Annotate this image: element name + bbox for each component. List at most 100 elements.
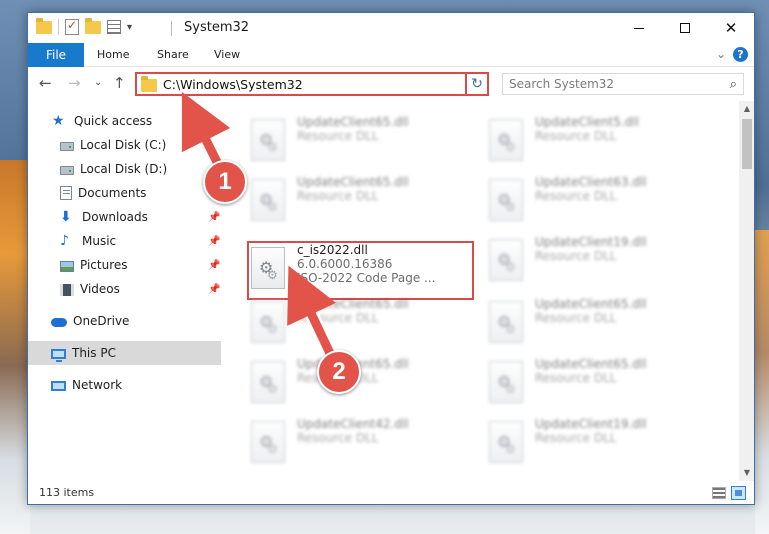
view-options-icon[interactable] <box>107 20 121 34</box>
dll-file-icon: ⚙ ⚙ <box>489 179 523 221</box>
new-folder-icon[interactable] <box>85 17 101 34</box>
help-icon[interactable]: ? <box>733 47 748 62</box>
file-item[interactable]: ⚙⚙ UpdateClient65.dllResource DLL <box>251 357 471 411</box>
sidebar-item-pictures[interactable]: Pictures 📌 <box>28 253 221 277</box>
sidebar-item-downloads[interactable]: ⬇ Downloads 📌 <box>28 205 221 229</box>
search-icon[interactable]: ⌕ <box>730 77 737 92</box>
dll-file-icon: ⚙ ⚙ <box>489 421 523 463</box>
sidebar-item-local-disk-d[interactable]: Local Disk (D:) <box>28 157 221 181</box>
title-bar: ▾ System32 ✕ <box>28 13 754 43</box>
file-item[interactable]: ⚙⚙ UpdateClient65.dllResource DLL <box>489 357 709 411</box>
search-box[interactable]: ⌕ <box>502 73 744 95</box>
minimize-button[interactable] <box>616 13 662 43</box>
music-note-icon: ♪ <box>60 233 69 249</box>
sidebar-item-label: Local Disk (C:) <box>80 138 167 152</box>
up-arrow-icon[interactable]: ↑ <box>113 74 126 92</box>
network-icon <box>51 380 66 391</box>
dll-file-icon: ⚙ ⚙ <box>251 421 285 463</box>
pin-icon[interactable]: 📌 <box>208 260 220 271</box>
file-name: UpdateClient19.dll <box>535 235 647 249</box>
sidebar-item-label: Videos <box>80 282 120 296</box>
large-icons-view-icon[interactable] <box>731 486 746 500</box>
file-item[interactable]: ⚙ ⚙ UpdateClient19.dll Resource DLL <box>489 235 709 289</box>
sidebar-item-label: Network <box>72 378 123 392</box>
search-input[interactable] <box>509 77 709 91</box>
pictures-icon <box>60 260 74 272</box>
quick-access-toolbar: ▾ <box>36 17 132 35</box>
scroll-thumb[interactable] <box>742 119 752 169</box>
sidebar-item-onedrive[interactable]: OneDrive <box>28 309 221 333</box>
file-item[interactable]: ⚙⚙ UpdateClient65.dllResource DLL <box>251 297 471 351</box>
sidebar-item-documents[interactable]: Documents <box>28 181 221 205</box>
file-highlight-box <box>247 241 474 300</box>
address-bar[interactable]: C:\Windows\System32 ⌄ <box>135 72 485 96</box>
documents-icon <box>60 186 72 200</box>
file-item[interactable]: ⚙ ⚙ UpdateClient19.dll Resource DLL <box>489 417 709 471</box>
maximize-icon <box>680 23 690 33</box>
file-type: Resource DLL <box>297 311 379 325</box>
sidebar-item-this-pc[interactable]: This PC <box>28 341 221 365</box>
sidebar-item-label: Pictures <box>80 258 128 272</box>
pin-icon[interactable]: 📌 <box>208 212 220 223</box>
desktop-wallpaper-right <box>755 230 769 534</box>
tab-home[interactable]: Home <box>97 48 129 61</box>
ribbon-tabs: File Home Share View ⌄ ? <box>28 43 754 67</box>
details-view-icon[interactable] <box>712 487 726 499</box>
properties-icon[interactable] <box>65 18 79 35</box>
tab-file[interactable]: File <box>28 43 84 67</box>
navigation-pane: ★ Quick access Local Disk (C:) Local Dis… <box>28 105 221 481</box>
expand-ribbon-chevron-icon[interactable]: ⌄ <box>716 47 726 61</box>
file-item[interactable]: ⚙⚙ UpdateClient65.dllResource DLL <box>489 297 709 351</box>
file-item[interactable]: ⚙⚙ UpdateClient65.dllResource DLL <box>251 175 471 229</box>
back-arrow-icon[interactable]: ← <box>39 74 52 92</box>
close-icon: ✕ <box>724 19 738 37</box>
file-item[interactable]: ⚙ ⚙ UpdateClient5.dll Resource DLL <box>489 115 709 169</box>
close-button[interactable]: ✕ <box>708 13 754 43</box>
file-list: ⚙ ⚙ UpdateClient65.dll Resource DLL ⚙ ⚙ Upd… <box>221 105 739 481</box>
dll-file-icon: ⚙ ⚙ <box>489 119 523 161</box>
sidebar-item-label: Music <box>82 234 117 248</box>
sidebar-item-label: OneDrive <box>73 314 130 328</box>
tab-view[interactable]: View <box>214 48 240 61</box>
sidebar-item-network[interactable]: Network <box>28 373 221 397</box>
file-name: UpdateClient42.dll <box>297 417 409 431</box>
pin-icon[interactable]: 📌 <box>208 236 220 247</box>
desktop-wallpaper <box>0 160 30 534</box>
scroll-up-arrow-icon[interactable]: ▲ <box>739 101 754 117</box>
refresh-button[interactable]: ↻ <box>465 72 489 96</box>
film-strip-icon <box>60 283 74 296</box>
sidebar-item-quick-access[interactable]: ★ Quick access <box>28 109 221 133</box>
recent-locations-chevron-icon[interactable]: ⌄ <box>94 77 102 88</box>
file-type: Resource DLL <box>297 129 379 143</box>
file-type: Resource DLL <box>297 431 379 445</box>
file-type: Resource DLL <box>535 249 617 263</box>
sidebar-item-label: This PC <box>72 346 116 360</box>
address-path[interactable]: C:\Windows\System32 <box>163 77 467 92</box>
navigation-bar: ← → ⌄ ↑ C:\Windows\System32 ⌄ ↻ ⌕ <box>28 67 754 101</box>
step-badge-2: 2 <box>317 350 361 394</box>
sidebar-item-videos[interactable]: Videos 📌 <box>28 277 221 301</box>
file-type: Resource DLL <box>535 431 617 445</box>
tab-share[interactable]: Share <box>157 48 189 61</box>
file-name: UpdateClient65.dll <box>297 175 409 189</box>
maximize-button[interactable] <box>662 13 708 43</box>
file-item[interactable]: ⚙ ⚙ UpdateClient63.dll Resource DLL <box>489 175 709 229</box>
file-name: UpdateClient19.dll <box>535 417 647 431</box>
step-badge-1: 1 <box>203 160 247 204</box>
refresh-icon: ↻ <box>471 76 483 92</box>
sidebar-item-label: Downloads <box>82 210 148 224</box>
pin-icon[interactable]: 📌 <box>208 284 220 295</box>
forward-arrow-icon[interactable]: → <box>68 74 81 92</box>
sidebar-item-local-disk-c[interactable]: Local Disk (C:) <box>28 133 221 157</box>
scroll-down-arrow-icon[interactable]: ▼ <box>739 465 754 481</box>
file-item[interactable]: ⚙⚙ UpdateClient65.dllResource DLL <box>251 115 471 169</box>
file-name: UpdateClient63.dll <box>535 175 647 189</box>
toolbar-divider <box>58 19 59 35</box>
file-type: Resource DLL <box>297 189 379 203</box>
drive-icon <box>60 142 74 151</box>
vertical-scrollbar[interactable]: ▲ ▼ <box>739 101 754 481</box>
customize-toolbar-caret-icon[interactable]: ▾ <box>127 22 132 33</box>
file-item[interactable]: ⚙ ⚙ UpdateClient42.dll Resource DLL <box>251 417 471 471</box>
dll-file-icon: ⚙ ⚙ <box>251 361 285 403</box>
sidebar-item-music[interactable]: ♪ Music 📌 <box>28 229 221 253</box>
